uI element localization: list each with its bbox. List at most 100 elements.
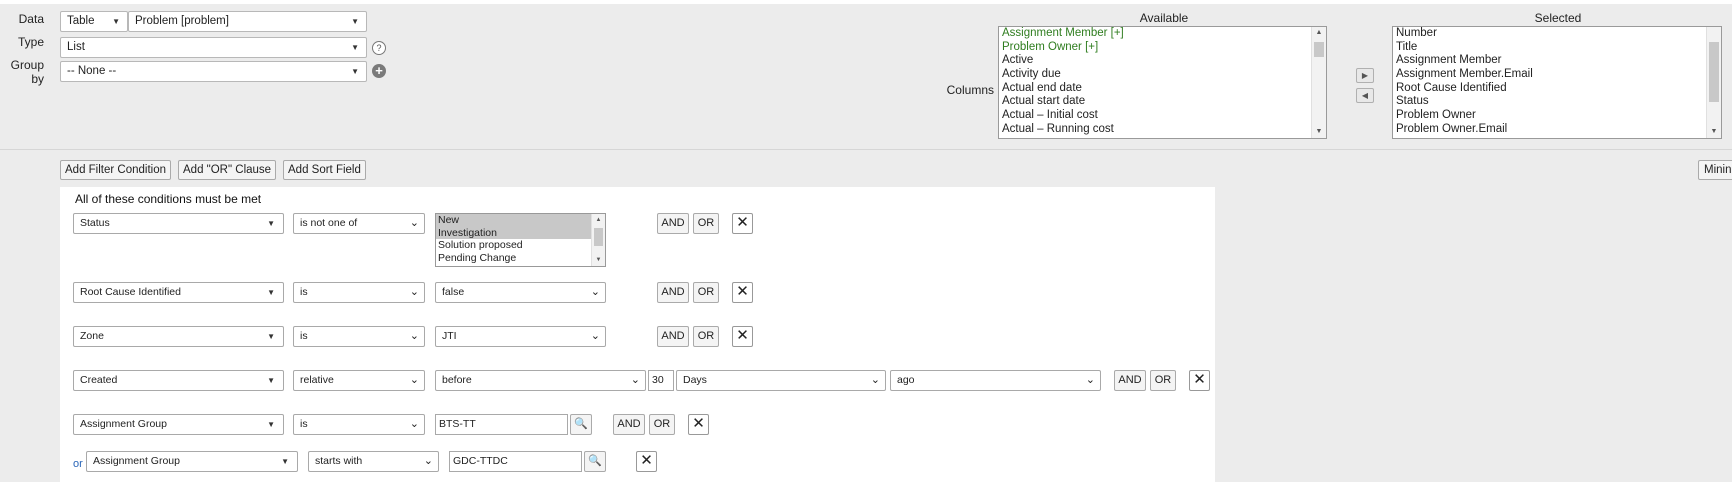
scroll-thumb[interactable] (1314, 42, 1324, 57)
and-button[interactable]: AND (657, 326, 689, 347)
chevron-down-icon: ⌄ (590, 330, 600, 342)
remove-condition-icon[interactable]: ✕ (1189, 370, 1210, 391)
move-left-icon[interactable]: ◀ (1356, 88, 1374, 103)
remove-condition-icon[interactable]: ✕ (636, 451, 657, 472)
add-sort-field-button[interactable]: Add Sort Field (283, 160, 366, 180)
data-table-select[interactable]: Problem [problem] ▼ (128, 11, 367, 32)
available-column-item[interactable]: Problem Owner [+] (999, 41, 1326, 55)
and-button[interactable]: AND (657, 282, 689, 303)
available-column-item[interactable]: Activity due (999, 68, 1326, 82)
selected-column-item[interactable]: Assignment Member.Email (1393, 68, 1721, 82)
condition-field-select[interactable]: Zone ▼ (73, 326, 284, 347)
selected-column-item[interactable]: Title (1393, 41, 1721, 55)
chevron-down-icon: ⌄ (630, 374, 640, 386)
or-button[interactable]: OR (1150, 370, 1176, 391)
scroll-up-icon[interactable]: ▲ (1312, 27, 1326, 39)
remove-condition-icon[interactable]: ✕ (688, 414, 709, 435)
available-column-item[interactable]: Actual – Initial cost (999, 109, 1326, 123)
scroll-down-icon[interactable]: ▼ (592, 254, 605, 266)
condition-field-select[interactable]: Root Cause Identified ▼ (73, 282, 284, 303)
groupby-value: -- None -- (67, 65, 117, 77)
status-option[interactable]: New (436, 214, 605, 227)
scroll-up-icon[interactable]: ▲ (592, 214, 605, 226)
add-group-icon[interactable]: + (372, 64, 386, 78)
scroll-thumb[interactable] (594, 228, 603, 246)
condition-operator-select[interactable]: is ⌄ (293, 414, 425, 435)
data-label: Data (18, 12, 44, 26)
selected-column-item[interactable]: Assignment Member (1393, 54, 1721, 68)
dropdown-arrow-icon: ▼ (351, 17, 359, 26)
add-filter-condition-button[interactable]: Add Filter Condition (60, 160, 171, 180)
condition-field-select[interactable]: Assignment Group ▼ (73, 414, 284, 435)
selected-column-item[interactable]: Number (1393, 27, 1721, 41)
remove-condition-icon[interactable]: ✕ (732, 326, 753, 347)
condition-field-select[interactable]: Status ▼ (73, 213, 284, 234)
reference-value-input[interactable]: GDC-TTDC (449, 451, 582, 472)
or-button[interactable]: OR (649, 414, 675, 435)
selected-column-item[interactable]: Problem Owner.Email (1393, 123, 1721, 137)
remove-condition-icon[interactable]: ✕ (732, 213, 753, 234)
available-column-item[interactable]: Actual – Running cost (999, 123, 1326, 137)
or-button[interactable]: OR (693, 213, 719, 234)
condition-operator-value: is (300, 286, 308, 298)
reference-value-input[interactable]: BTS-TT (435, 414, 568, 435)
relative-direction-select[interactable]: before ⌄ (435, 370, 646, 391)
add-or-clause-button[interactable]: Add "OR" Clause (178, 160, 277, 180)
status-option[interactable]: Investigation (436, 226, 605, 239)
condition-value-select[interactable]: false ⌄ (435, 282, 606, 303)
relative-quantity-input[interactable]: 30 (648, 370, 674, 391)
condition-operator-select[interactable]: relative ⌄ (293, 370, 425, 391)
condition-value: JTI (442, 330, 457, 342)
selected-column-item[interactable]: Root Cause Identified (1393, 82, 1721, 96)
condition-value-select[interactable]: JTI ⌄ (435, 326, 606, 347)
search-icon[interactable]: 🔍 (570, 414, 592, 435)
dropdown-arrow-icon: ▼ (112, 17, 120, 26)
condition-field-select[interactable]: Created ▼ (73, 370, 284, 391)
status-multiselect[interactable]: New Investigation Solution proposed Pending… (435, 213, 606, 267)
available-scrollbar[interactable]: ▲ ▼ (1311, 27, 1326, 138)
minimize-button[interactable]: Minin (1698, 160, 1732, 180)
condition-field-select[interactable]: Assignment Group ▼ (86, 451, 298, 472)
available-column-item[interactable]: Actual end date (999, 82, 1326, 96)
search-icon[interactable]: 🔍 (584, 451, 606, 472)
chevron-down-icon: ⌄ (409, 330, 419, 342)
status-scrollbar[interactable]: ▲ ▼ (591, 214, 605, 266)
available-columns-list[interactable]: Assignment Member [+] Problem Owner [+] Ac… (998, 26, 1327, 139)
dropdown-arrow-icon: ▼ (281, 457, 289, 466)
selected-scrollbar[interactable]: ▼ (1706, 27, 1721, 138)
and-button[interactable]: AND (1114, 370, 1146, 391)
relative-ago-select[interactable]: ago ⌄ (890, 370, 1101, 391)
scroll-up-icon[interactable] (1707, 27, 1721, 39)
relative-unit-select[interactable]: Days ⌄ (676, 370, 886, 391)
available-column-item[interactable]: Actual start date (999, 95, 1326, 109)
and-button[interactable]: AND (613, 414, 645, 435)
selected-column-item[interactable]: Status (1393, 95, 1721, 109)
scroll-thumb[interactable] (1709, 42, 1719, 102)
condition-operator-select[interactable]: is ⌄ (293, 326, 425, 347)
scroll-down-icon[interactable]: ▼ (1312, 126, 1326, 138)
status-option[interactable]: Pending Change (436, 252, 605, 265)
selected-columns-list[interactable]: Number Title Assignment Member Assignment M… (1392, 26, 1722, 139)
condition-operator-select[interactable]: is ⌄ (293, 282, 425, 303)
available-header: Available (1139, 11, 1189, 25)
status-option[interactable]: Solution proposed (436, 239, 605, 252)
or-button[interactable]: OR (693, 282, 719, 303)
data-source-select[interactable]: Table ▼ (60, 11, 128, 32)
remove-condition-icon[interactable]: ✕ (732, 282, 753, 303)
chevron-down-icon: ⌄ (409, 374, 419, 386)
condition-operator-select[interactable]: is not one of ⌄ (293, 213, 425, 234)
and-button[interactable]: AND (657, 213, 689, 234)
relative-unit-value: Days (683, 374, 707, 386)
dropdown-arrow-icon: ▼ (351, 43, 359, 52)
condition-operator-select[interactable]: starts with ⌄ (308, 451, 439, 472)
available-column-item[interactable]: Active (999, 54, 1326, 68)
selected-column-item[interactable]: Problem Owner (1393, 109, 1721, 123)
type-select[interactable]: List ▼ (60, 37, 367, 58)
groupby-select[interactable]: -- None -- ▼ (60, 61, 367, 82)
or-button[interactable]: OR (693, 326, 719, 347)
available-column-item[interactable]: Assignment Member [+] (999, 27, 1326, 41)
move-right-icon[interactable]: ▶ (1356, 68, 1374, 83)
condition-field-value: Zone (80, 330, 104, 342)
help-icon[interactable]: ? (372, 41, 386, 55)
scroll-down-icon[interactable]: ▼ (1707, 126, 1721, 138)
